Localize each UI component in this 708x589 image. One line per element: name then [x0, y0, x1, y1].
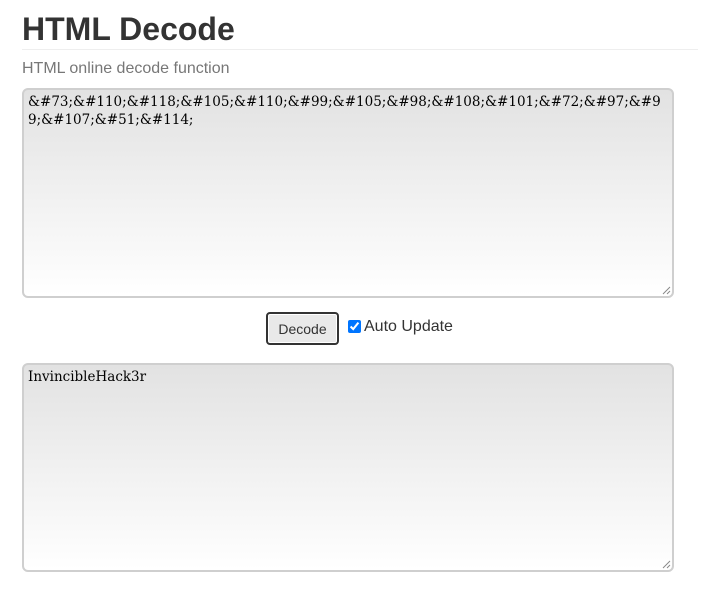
- decode-button[interactable]: Decode: [266, 312, 339, 345]
- page-title: HTML Decode: [22, 11, 235, 47]
- html-decode-page: HTML Decode HTML online decode function …: [0, 0, 708, 589]
- page-subtitle: HTML online decode function: [22, 60, 230, 77]
- title-divider: [22, 49, 698, 50]
- decode-controls: Decode Auto Update: [266, 312, 453, 345]
- resize-grip-icon[interactable]: [662, 286, 671, 295]
- resize-grip-icon[interactable]: [662, 560, 671, 569]
- auto-update-label[interactable]: Auto Update: [364, 318, 453, 336]
- decoded-output-textarea[interactable]: InvincibleHack3r: [22, 363, 674, 572]
- auto-update-toggle[interactable]: Auto Update: [348, 318, 453, 336]
- auto-update-checkbox[interactable]: [348, 320, 361, 333]
- encoded-input-textarea[interactable]: &#73;&#110;&#118;&#105;&#110;&#99;&#105;…: [22, 88, 674, 298]
